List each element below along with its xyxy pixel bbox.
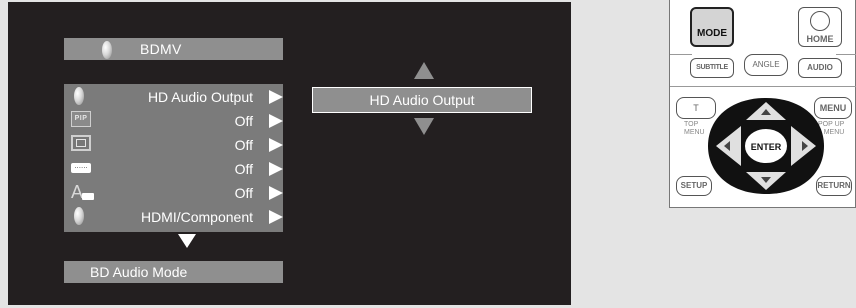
menu-row-label: HD Audio Output — [147, 89, 253, 105]
disc-icon — [74, 87, 84, 105]
menu-row-label: Off — [234, 113, 253, 129]
subtitle-icon: ...... — [71, 162, 91, 173]
dpad: ENTER — [708, 98, 824, 194]
home-circle-icon — [810, 11, 830, 31]
pip-icon: PIP — [71, 111, 91, 127]
menu-row-subtitle[interactable]: ...... Off — [64, 158, 283, 180]
home-button[interactable]: HOME — [798, 7, 842, 47]
right-arrow-icon — [269, 210, 283, 224]
osd-area: BDMV HD Audio Output PIP Off Off ...... … — [0, 0, 578, 308]
right-arrow-icon — [269, 186, 283, 200]
scroll-down-arrow-icon[interactable] — [178, 234, 196, 248]
current-setting-bar: BD Audio Mode — [64, 261, 283, 283]
right-arrow-icon — [269, 138, 283, 152]
mode-button[interactable]: MODE — [690, 7, 734, 47]
media-type-bar: BDMV — [64, 38, 283, 60]
menu-row-pip[interactable]: PIP Off — [64, 110, 283, 132]
return-button[interactable]: RETURN — [816, 176, 852, 196]
angle-button[interactable]: ANGLE — [744, 54, 788, 76]
audio-button[interactable]: AUDIO — [798, 58, 842, 78]
subtitle-button[interactable]: SUBTITLE — [690, 58, 734, 78]
right-arrow-icon — [269, 162, 283, 176]
divider — [836, 54, 856, 55]
remote-control: MODE HOME SUBTITLE ANGLE AUDIO T TOP MEN… — [669, 0, 856, 208]
disc-icon — [74, 207, 84, 225]
current-setting-label: BD Audio Mode — [90, 264, 188, 280]
enter-label: ENTER — [751, 142, 782, 152]
divider — [670, 86, 856, 87]
menu-row-hdmi-component[interactable]: HDMI/Component — [64, 206, 283, 228]
home-button-label: HOME — [806, 34, 834, 44]
option-up-arrow-icon[interactable] — [414, 62, 434, 79]
disc-icon — [102, 41, 112, 59]
menu-row-label: Off — [234, 161, 253, 177]
menu-row-label: Off — [234, 137, 253, 153]
right-arrow-icon — [269, 114, 283, 128]
right-arrow-icon — [269, 90, 283, 104]
menu-row-secondary-audio[interactable]: Off — [64, 134, 283, 156]
menu-row-label: Off — [234, 185, 253, 201]
menu-row-hd-audio-output[interactable]: HD Audio Output — [64, 86, 283, 108]
menu-row-angle[interactable]: A Off — [64, 182, 283, 204]
media-type-label: BDMV — [140, 41, 182, 57]
option-down-arrow-icon[interactable] — [414, 118, 434, 135]
secondary-audio-icon — [71, 135, 91, 151]
top-menu-label: TOP MENU — [684, 121, 705, 136]
angle-icon: A — [71, 183, 95, 203]
divider — [670, 54, 692, 55]
menu-row-label: HDMI/Component — [140, 209, 253, 225]
osd-screen: BDMV HD Audio Output PIP Off Off ...... … — [8, 2, 571, 305]
selected-option-box[interactable]: HD Audio Output — [312, 87, 532, 113]
setting-list-panel: HD Audio Output PIP Off Off ...... Off A… — [64, 84, 283, 232]
setup-button[interactable]: SETUP — [676, 176, 712, 196]
